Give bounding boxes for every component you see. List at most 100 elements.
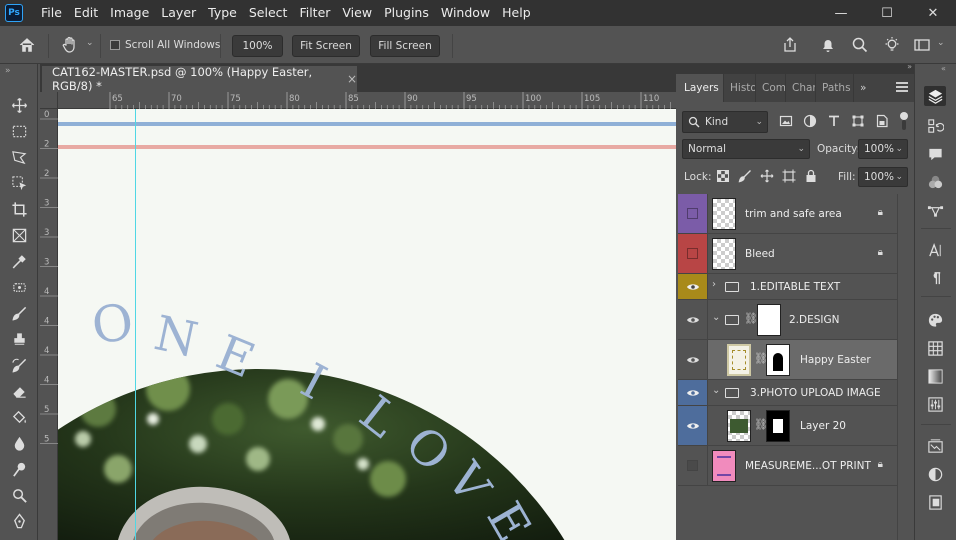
color-panel-button[interactable] xyxy=(924,172,946,192)
fill-input[interactable]: 100% ⌄ xyxy=(858,167,908,187)
canvas-area[interactable]: 65 70 75 80 85 90 95 100 105 110 0 2 2 3 3 3 4 4 4 4 5 5 xyxy=(40,92,676,540)
lock-position-button[interactable] xyxy=(760,169,774,183)
layer-row-photo-upload-group[interactable]: ⌄ 3.PHOTO UPLOAD IMAGE xyxy=(678,380,897,406)
discover-button[interactable] xyxy=(882,35,902,55)
minimize-button[interactable]: — xyxy=(818,0,864,26)
home-button[interactable] xyxy=(18,36,38,54)
frame-tool[interactable] xyxy=(7,224,31,246)
vertical-ruler[interactable]: 0 2 2 3 3 3 4 4 4 4 5 5 xyxy=(40,109,58,540)
artboards-panel-button[interactable] xyxy=(924,492,946,512)
history-panel-button[interactable] xyxy=(924,116,946,136)
paths-panel-button[interactable] xyxy=(924,200,946,220)
layer-row-editable-text-group[interactable]: › 1.EDITABLE TEXT xyxy=(678,274,897,300)
document-tab[interactable]: CAT162-MASTER.psd @ 100% (Happy Easter, … xyxy=(42,65,357,93)
layer-visibility-toggle[interactable] xyxy=(678,194,708,233)
filter-toggle-switch[interactable] xyxy=(900,112,908,130)
filter-pixel-layers-button[interactable] xyxy=(779,114,793,128)
layer-visibility-toggle[interactable] xyxy=(678,446,708,485)
chevron-right-icon[interactable]: › xyxy=(712,279,716,290)
layers-panel-button[interactable] xyxy=(924,86,946,106)
layer-row-measurements[interactable]: MEASUREME...OT PRINT 🔒︎ xyxy=(678,446,897,486)
menu-layer[interactable]: Layer xyxy=(155,0,202,26)
expand-toolbar-icon[interactable]: » xyxy=(5,66,11,76)
tab-paths[interactable]: Paths xyxy=(816,74,854,102)
document-canvas[interactable]: O N E I L O V E xyxy=(58,109,676,540)
menu-window[interactable]: Window xyxy=(435,0,496,26)
filter-shape-layers-button[interactable] xyxy=(851,114,865,128)
fit-screen-button[interactable]: Fit Screen xyxy=(292,35,360,57)
layer-row-design-group[interactable]: ⌄ ⛓︎ 2.DESIGN xyxy=(678,300,897,340)
dodge-tool[interactable] xyxy=(7,458,31,480)
chevron-down-icon[interactable]: ⌄ xyxy=(712,385,720,396)
collapse-panels-icon[interactable]: » xyxy=(907,62,912,71)
tab-history[interactable]: Histo xyxy=(724,74,756,102)
menu-type[interactable]: Type xyxy=(202,0,243,26)
share-button[interactable] xyxy=(780,35,800,55)
character-panel-button[interactable] xyxy=(924,240,946,260)
tab-character[interactable]: Char xyxy=(786,74,816,102)
paragraph-panel-button[interactable] xyxy=(924,268,946,288)
search-button[interactable] xyxy=(850,35,870,55)
clone-stamp-tool[interactable] xyxy=(7,328,31,350)
filter-adjustment-layers-button[interactable] xyxy=(803,114,817,128)
layers-scrollbar[interactable] xyxy=(897,194,914,540)
scroll-all-windows-checkbox[interactable] xyxy=(110,40,120,50)
comments-panel-button[interactable] xyxy=(924,144,946,164)
filter-smart-objects-button[interactable] xyxy=(875,114,889,128)
libraries-panel-button[interactable] xyxy=(924,436,946,456)
menu-file[interactable]: File xyxy=(35,0,68,26)
pen-tool[interactable] xyxy=(7,510,31,532)
tab-layers[interactable]: Layers xyxy=(678,74,724,102)
menu-help[interactable]: Help xyxy=(496,0,537,26)
eyedropper-tool[interactable] xyxy=(7,250,31,272)
brush-tool[interactable] xyxy=(7,302,31,324)
layer-row-happy-easter[interactable]: ⛓︎ Happy Easter xyxy=(678,340,897,380)
horizontal-ruler[interactable]: 65 70 75 80 85 90 95 100 105 110 xyxy=(58,92,676,109)
layer-visibility-toggle[interactable] xyxy=(678,406,708,445)
menu-filter[interactable]: Filter xyxy=(293,0,336,26)
close-tab-icon[interactable]: × xyxy=(347,72,357,86)
workspace-chevron-icon[interactable]: ⌄ xyxy=(937,38,945,48)
patterns-panel-button[interactable] xyxy=(924,338,946,358)
menu-plugins[interactable]: Plugins xyxy=(378,0,435,26)
layer-visibility-toggle[interactable] xyxy=(678,234,708,273)
layer-visibility-toggle[interactable] xyxy=(678,380,708,405)
lasso-tool[interactable] xyxy=(7,146,31,168)
maximize-button[interactable]: ☐ xyxy=(864,0,910,26)
layer-visibility-toggle[interactable] xyxy=(678,300,708,339)
crop-tool[interactable] xyxy=(7,198,31,220)
lock-all-button[interactable] xyxy=(804,169,818,183)
lock-image-pixels-button[interactable] xyxy=(738,169,752,183)
menu-view[interactable]: View xyxy=(336,0,378,26)
adjustments-panel-button[interactable] xyxy=(924,394,946,414)
panel-menu-icon[interactable] xyxy=(896,82,908,92)
close-window-button[interactable]: ✕ xyxy=(910,0,956,26)
chevron-down-icon[interactable]: ⌄ xyxy=(712,312,720,323)
move-tool[interactable] xyxy=(7,94,31,116)
tab-comments[interactable]: Com xyxy=(756,74,786,102)
menu-image[interactable]: Image xyxy=(104,0,155,26)
eraser-tool[interactable] xyxy=(7,380,31,402)
opacity-input[interactable]: 100% ⌄ xyxy=(858,139,908,159)
ruler-origin[interactable] xyxy=(40,92,58,109)
menu-edit[interactable]: Edit xyxy=(68,0,104,26)
workspace-button[interactable] xyxy=(912,35,934,55)
blend-mode-select[interactable]: Normal ⌄ xyxy=(682,139,810,159)
mask-link-icon[interactable]: ⛓︎ xyxy=(744,312,758,325)
chevron-down-icon[interactable]: ⌄ xyxy=(86,38,94,48)
layer-filter-select[interactable]: Kind ⌄ xyxy=(682,111,768,133)
layer-visibility-toggle[interactable] xyxy=(678,274,708,299)
layer-row-bleed[interactable]: Bleed 🔒︎ xyxy=(678,234,897,274)
hand-tool-preset-button[interactable] xyxy=(60,35,82,55)
expand-panels-icon[interactable]: « xyxy=(941,64,946,73)
layer-row-layer-20[interactable]: ⛓︎ Layer 20 xyxy=(678,406,897,446)
blur-tool[interactable] xyxy=(7,432,31,454)
fill-screen-button[interactable]: Fill Screen xyxy=(370,35,440,57)
marquee-tool[interactable] xyxy=(7,120,31,142)
magnify-tool[interactable] xyxy=(7,484,31,506)
zoom-100-button[interactable]: 100% xyxy=(232,35,283,57)
layer-row-trim-and-safe-area[interactable]: trim and safe area 🔒︎ xyxy=(678,194,897,234)
lock-transparent-pixels-button[interactable] xyxy=(716,169,730,183)
history-brush-tool[interactable] xyxy=(7,354,31,376)
menu-select[interactable]: Select xyxy=(243,0,294,26)
